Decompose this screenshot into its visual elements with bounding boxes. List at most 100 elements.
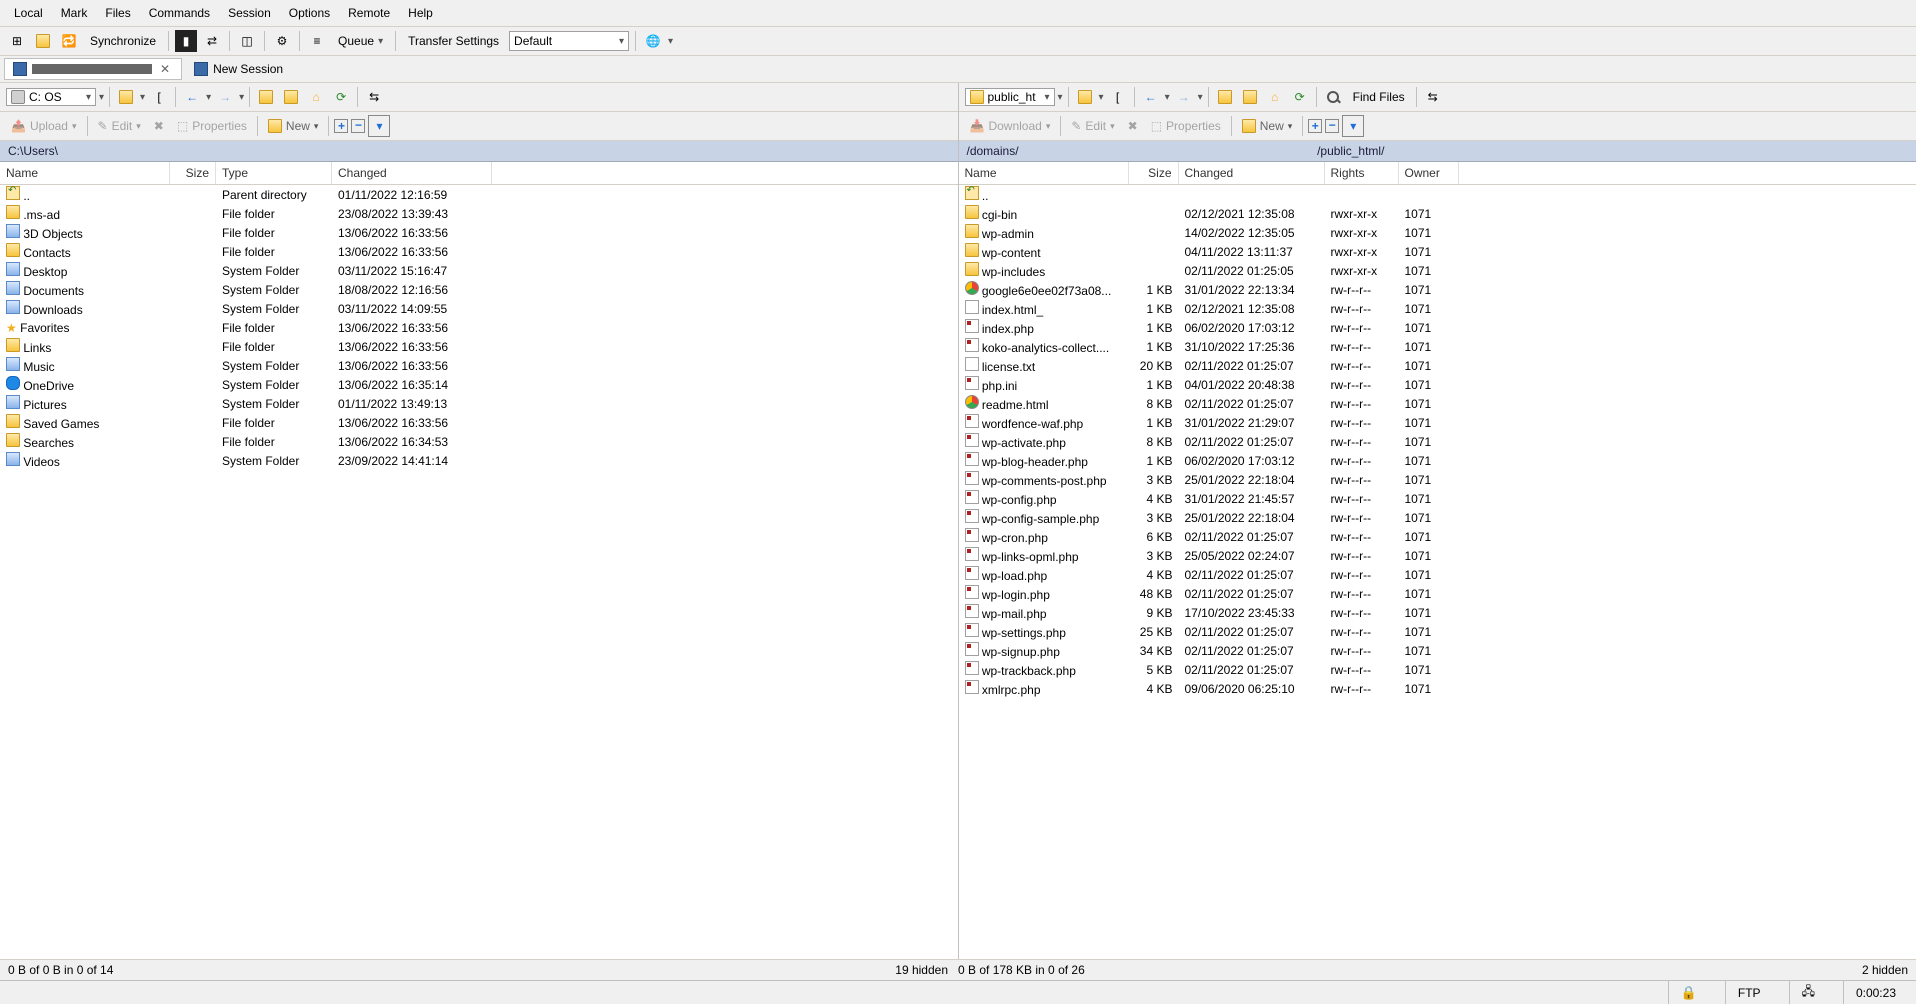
list-item[interactable]: wp-links-opml.php3 KB25/05/2022 02:24:07… [959,546,1916,565]
col-name[interactable]: Name [959,162,1129,184]
filter-icon[interactable]: [ [148,86,170,108]
new-button[interactable]: New ▾ [1237,117,1298,135]
home-icon[interactable]: ⌂ [1264,86,1286,108]
globe-icon[interactable]: 🌐 [642,30,664,52]
list-item[interactable]: DocumentsSystem Folder18/08/2022 12:16:5… [0,280,958,299]
list-item[interactable]: 3D ObjectsFile folder13/06/2022 16:33:56 [0,223,958,242]
sync-dirs-icon[interactable]: ⇆ [1422,86,1444,108]
list-item[interactable]: wp-activate.php8 KB02/11/2022 01:25:07rw… [959,432,1916,451]
download-button[interactable]: 📥 Download ▾ [965,117,1056,135]
minus-button[interactable]: − [351,119,365,133]
list-item[interactable]: wp-trackback.php5 KB02/11/2022 01:25:07r… [959,660,1916,679]
list-item[interactable]: .ms-adFile folder23/08/2022 13:39:43 [0,204,958,223]
local-path[interactable]: C:\Users\ [0,141,958,162]
root-dir-icon[interactable] [1239,86,1261,108]
chevron-down-icon[interactable]: ▾ [140,92,145,103]
list-item[interactable]: LinksFile folder13/06/2022 16:33:56 [0,337,958,356]
root-dir-icon[interactable] [280,86,302,108]
list-item[interactable]: VideosSystem Folder23/09/2022 14:41:14 [0,451,958,470]
list-item[interactable]: PicturesSystem Folder01/11/2022 13:49:13 [0,394,958,413]
list-item[interactable]: index.php1 KB06/02/2020 17:03:12rw-r--r-… [959,318,1916,337]
refresh-icon[interactable]: ⟳ [330,86,352,108]
list-item[interactable]: wordfence-waf.php1 KB31/01/2022 21:29:07… [959,413,1916,432]
delete-button[interactable]: ✖ [149,117,169,135]
drive-combo[interactable]: C: OS▾ [6,88,96,106]
sync-icon[interactable]: 🔁 [58,30,80,52]
session-tab-active[interactable]: ✕ [4,58,182,80]
list-item[interactable]: OneDriveSystem Folder13/06/2022 16:35:14 [0,375,958,394]
list-item[interactable]: MusicSystem Folder13/06/2022 16:33:56 [0,356,958,375]
find-icon[interactable] [1322,86,1344,108]
connection-icon[interactable]: 🖧 [1789,981,1827,1004]
refresh-icon[interactable]: ⟳ [1289,86,1311,108]
delete-button[interactable]: ✖ [1123,117,1143,135]
list-item[interactable]: ★ FavoritesFile folder13/06/2022 16:33:5… [0,318,958,337]
local-file-list[interactable]: ..Parent directory01/11/2022 12:16:59 .m… [0,185,958,959]
edit-button[interactable]: ✎ Edit ▾ [1066,117,1119,135]
list-item[interactable]: wp-signup.php34 KB02/11/2022 01:25:07rw-… [959,641,1916,660]
list-item[interactable]: cgi-bin02/12/2021 12:35:08rwxr-xr-x1071 [959,204,1916,223]
upload-button[interactable]: 📤 Upload ▾ [6,117,82,135]
col-size[interactable]: Size [1129,162,1179,184]
menu-files[interactable]: Files [97,3,138,23]
props-button[interactable]: ⬚ Properties [1146,117,1226,135]
back-button[interactable]: ← [181,86,203,108]
menu-session[interactable]: Session [220,3,279,23]
list-item[interactable]: wp-cron.php6 KB02/11/2022 01:25:07rw-r--… [959,527,1916,546]
filter-toggle[interactable]: ▾ [368,115,390,137]
props-button[interactable]: ⬚ Properties [172,117,252,135]
chevron-down-icon[interactable]: ▾ [1099,92,1104,103]
parent-dir-icon[interactable] [255,86,277,108]
remote-path[interactable]: /domains/ /public_html/ [959,141,1916,162]
lock-status[interactable]: 🔒 [1668,981,1709,1004]
col-owner[interactable]: Owner [1399,162,1459,184]
list-item[interactable]: wp-login.php48 KB02/11/2022 01:25:07rw-r… [959,584,1916,603]
menu-options[interactable]: Options [281,3,338,23]
forward-button[interactable]: → [1173,86,1195,108]
chevron-down-icon[interactable]: ▾ [1165,92,1170,103]
forward-button[interactable]: → [214,86,236,108]
col-type[interactable]: Type [216,162,332,184]
col-changed[interactable]: Changed [1179,162,1325,184]
chevron-down-icon[interactable]: ▾ [239,92,244,103]
list-item[interactable]: wp-admin14/02/2022 12:35:05rwxr-xr-x1071 [959,223,1916,242]
list-item[interactable]: SearchesFile folder13/06/2022 16:34:53 [0,432,958,451]
queue-button[interactable]: Queue ▾ [332,32,389,50]
chevron-down-icon[interactable]: ▾ [1198,92,1203,103]
list-item[interactable]: .. [959,185,1916,204]
new-button[interactable]: New ▾ [263,117,324,135]
remote-file-list[interactable]: .. cgi-bin02/12/2021 12:35:08rwxr-xr-x10… [959,185,1916,959]
list-item[interactable]: ..Parent directory01/11/2022 12:16:59 [0,185,958,204]
menu-help[interactable]: Help [400,3,441,23]
list-item[interactable]: google6e0ee02f73a08...1 KB31/01/2022 22:… [959,280,1916,299]
list-item[interactable]: koko-analytics-collect....1 KB31/10/2022… [959,337,1916,356]
list-item[interactable]: wp-content04/11/2022 13:11:37rwxr-xr-x10… [959,242,1916,261]
list-item[interactable]: php.ini1 KB04/01/2022 20:48:38rw-r--r--1… [959,375,1916,394]
col-size[interactable]: Size [170,162,216,184]
chevron-down-icon[interactable]: ▾ [1058,92,1063,103]
list-item[interactable]: ContactsFile folder13/06/2022 16:33:56 [0,242,958,261]
col-rights[interactable]: Rights [1325,162,1399,184]
list-item[interactable]: wp-blog-header.php1 KB06/02/2020 17:03:1… [959,451,1916,470]
open-folder-icon[interactable] [115,86,137,108]
find-files-button[interactable]: Find Files [1347,88,1411,106]
menu-local[interactable]: Local [6,3,51,23]
filter-toggle[interactable]: ▾ [1342,115,1364,137]
list-item[interactable]: xmlrpc.php4 KB09/06/2020 06:25:10rw-r--r… [959,679,1916,698]
layout-icon[interactable]: ◫ [236,30,258,52]
toggle-icon[interactable]: ⇄ [201,30,223,52]
synchronize-button[interactable]: Synchronize [84,32,162,50]
open-folder-icon[interactable] [1074,86,1096,108]
parent-dir-icon[interactable] [1214,86,1236,108]
sync-dirs-icon[interactable]: ⇆ [363,86,385,108]
list-item[interactable]: wp-includes02/11/2022 01:25:05rwxr-xr-x1… [959,261,1916,280]
new-session-button[interactable]: New Session [186,59,291,79]
close-icon[interactable]: ✕ [157,62,173,76]
plus-button[interactable]: + [334,119,348,133]
sync-browse-icon[interactable] [32,30,54,52]
chevron-down-icon[interactable]: ▾ [99,92,104,103]
filter-icon[interactable]: [ [1107,86,1129,108]
list-item[interactable]: index.html_1 KB02/12/2021 12:35:08rw-r--… [959,299,1916,318]
list-item[interactable]: wp-config-sample.php3 KB25/01/2022 22:18… [959,508,1916,527]
menu-remote[interactable]: Remote [340,3,398,23]
